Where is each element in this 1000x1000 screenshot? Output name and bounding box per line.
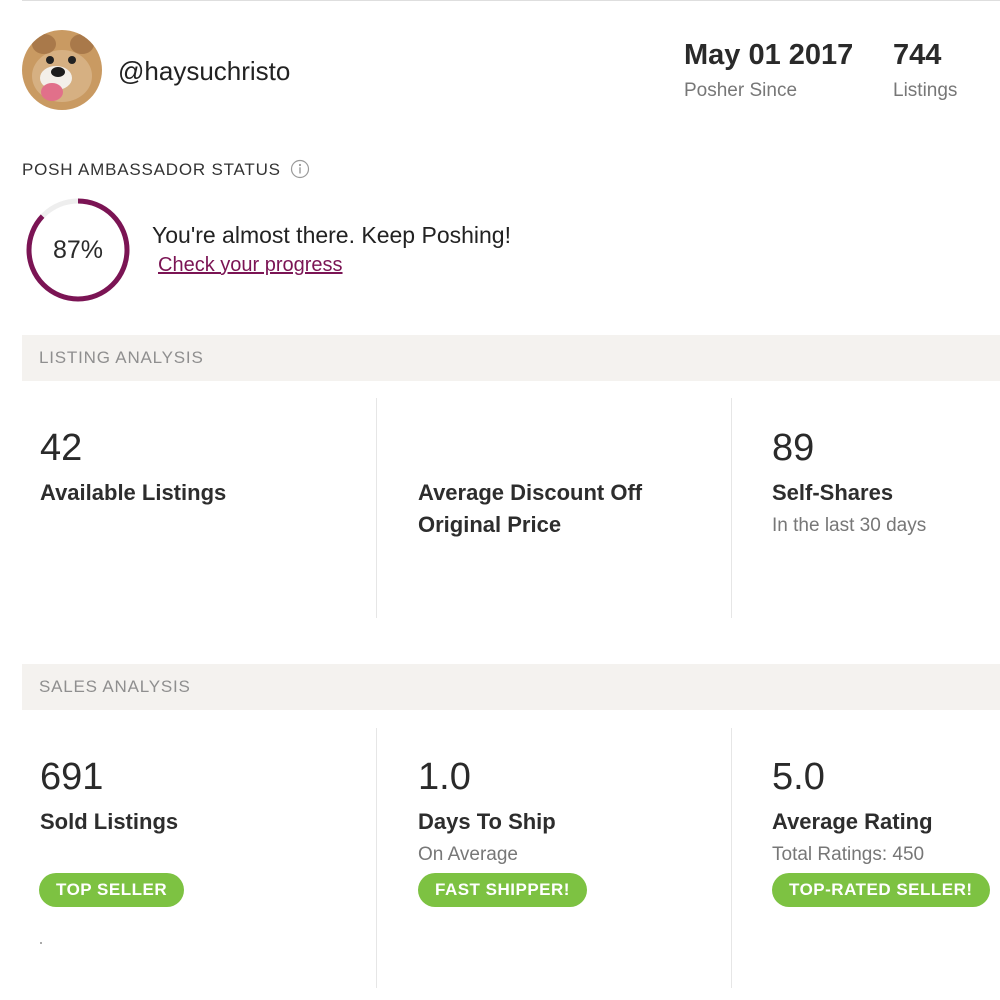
listing-analysis-header: LISTING ANALYSIS — [22, 335, 1000, 381]
self-shares-card: 89 Self-Shares In the last 30 days — [772, 427, 926, 537]
column-divider — [376, 728, 377, 988]
self-shares-period: In the last 30 days — [772, 515, 927, 536]
column-divider — [731, 728, 732, 988]
top-rated-seller-badge: TOP-RATED SELLER! — [772, 873, 990, 907]
column-divider — [376, 398, 377, 618]
total-ratings: Total Ratings: 450 — [772, 844, 925, 865]
days-to-ship-card: 1.0 Days To Ship On Average — [418, 756, 556, 866]
days-to-ship-label: Days To Ship — [418, 809, 556, 834]
available-listings-label: Available Listings — [40, 480, 227, 505]
listings-count: 744 — [893, 39, 942, 71]
average-rating-value: 5.0 — [772, 756, 825, 798]
check-progress-link[interactable]: Check your progress — [158, 254, 343, 277]
average-discount-card: Average Discount Off Original Price — [418, 477, 642, 541]
average-discount-label-line1: Average Discount Off — [418, 480, 643, 505]
days-to-ship-sub: On Average — [418, 844, 519, 865]
average-discount-label-line2: Original Price — [418, 512, 562, 537]
info-icon[interactable] — [290, 159, 310, 179]
avatar[interactable] — [22, 30, 102, 110]
ambassador-message: You're almost there. Keep Poshing! — [152, 222, 511, 248]
top-divider — [22, 0, 1000, 1]
top-seller-badge: TOP SELLER — [39, 873, 185, 907]
posher-since-stat: May 01 2017 Posher Since — [684, 38, 853, 102]
listings-stat: 744 Listings — [893, 38, 957, 102]
sold-listings-card: 691 Sold Listings — [40, 756, 178, 838]
ambassador-progress-percent: 87% — [52, 235, 104, 264]
self-shares-label: Self-Shares — [772, 480, 894, 505]
average-rating-card: 5.0 Average Rating Total Ratings: 450 — [772, 756, 933, 866]
sold-listings-label: Sold Listings — [40, 809, 179, 834]
stray-dot — [40, 942, 42, 944]
days-to-ship-value: 1.0 — [418, 756, 471, 798]
posher-since-value: May 01 2017 — [684, 39, 854, 71]
available-listings-card: 42 Available Listings — [40, 427, 226, 509]
posher-since-label: Posher Since — [684, 80, 798, 101]
listings-label: Listings — [893, 80, 958, 101]
self-shares-count: 89 — [772, 427, 815, 469]
sales-analysis-header: SALES ANALYSIS — [22, 664, 1000, 710]
column-divider — [731, 398, 732, 618]
sold-listings-count: 691 — [40, 756, 104, 798]
fast-shipper-badge: FAST SHIPPER! — [418, 873, 587, 907]
available-listings-count: 42 — [40, 427, 83, 469]
username[interactable]: @haysuchristo — [118, 56, 290, 87]
ambassador-status-title: POSH AMBASSADOR STATUS — [22, 160, 281, 179]
average-rating-label: Average Rating — [772, 809, 933, 834]
